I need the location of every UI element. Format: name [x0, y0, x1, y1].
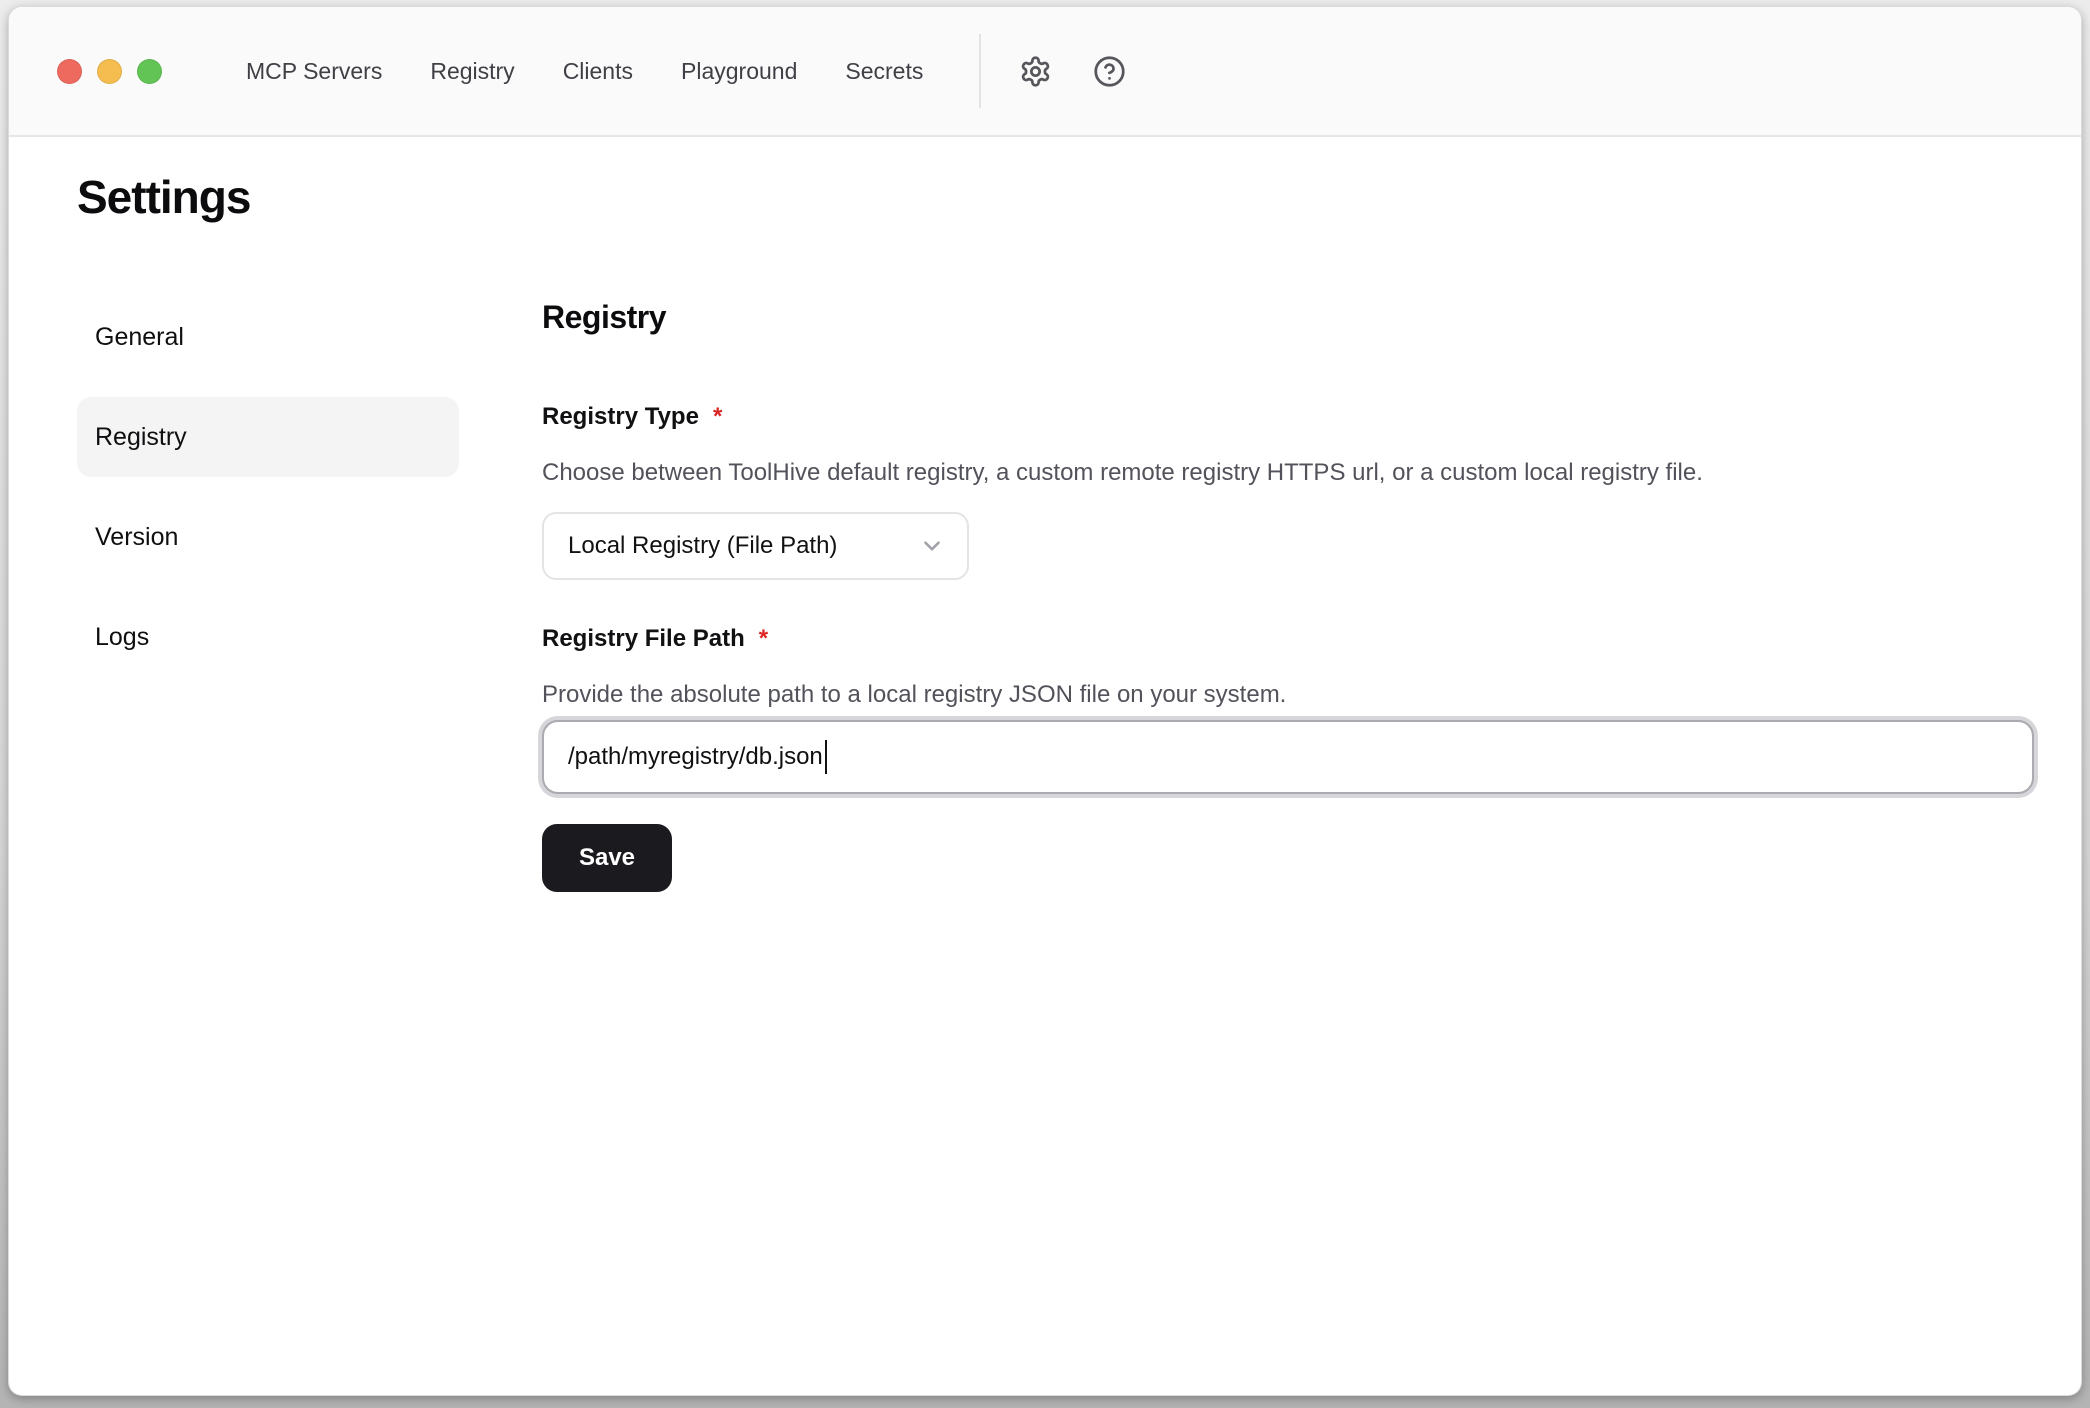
registry-type-selected-value: Local Registry (File Path)	[568, 532, 837, 560]
app-window: MCP Servers Registry Clients Playground …	[8, 6, 2082, 1396]
nav-item-clients[interactable]: Clients	[563, 58, 633, 85]
registry-type-label-text: Registry Type	[542, 403, 699, 430]
nav-item-mcp-servers[interactable]: MCP Servers	[246, 58, 382, 85]
settings-sidebar: General Registry Version Logs	[77, 297, 459, 892]
sidebar-item-version[interactable]: Version	[77, 497, 459, 577]
traffic-lights	[57, 59, 162, 84]
titlebar: MCP Servers Registry Clients Playground …	[9, 7, 2081, 137]
nav-item-registry[interactable]: Registry	[430, 58, 514, 85]
main-nav: MCP Servers Registry Clients Playground …	[246, 58, 923, 85]
settings-button[interactable]	[1015, 51, 1055, 91]
section-title: Registry	[542, 297, 2034, 337]
required-asterisk: *	[713, 403, 722, 430]
settings-page: Settings General Registry Version Logs R…	[9, 137, 2081, 892]
header-divider	[979, 34, 981, 108]
sidebar-item-general[interactable]: General	[77, 297, 459, 377]
sidebar-item-logs[interactable]: Logs	[77, 597, 459, 677]
save-button[interactable]: Save	[542, 824, 672, 892]
registry-type-description: Choose between ToolHive default registry…	[542, 458, 2034, 488]
nav-item-secrets[interactable]: Secrets	[845, 58, 923, 85]
registry-file-path-description: Provide the absolute path to a local reg…	[542, 680, 2034, 710]
text-cursor	[825, 740, 828, 774]
help-button[interactable]	[1089, 51, 1129, 91]
registry-file-path-input[interactable]: /path/myregistry/db.json	[542, 720, 2034, 794]
settings-gear-icon	[1019, 55, 1052, 88]
nav-item-playground[interactable]: Playground	[681, 58, 797, 85]
registry-settings-panel: Registry Registry Type * Choose between T…	[542, 297, 2034, 892]
chevron-down-icon	[919, 533, 945, 559]
registry-file-path-label: Registry File Path *	[542, 624, 2034, 654]
page-title: Settings	[77, 167, 2081, 227]
help-circle-icon	[1093, 55, 1126, 88]
close-button[interactable]	[57, 59, 82, 84]
sidebar-item-registry[interactable]: Registry	[77, 397, 459, 477]
zoom-button[interactable]	[137, 59, 162, 84]
registry-file-path-label-text: Registry File Path	[542, 625, 745, 652]
registry-type-select[interactable]: Local Registry (File Path)	[542, 512, 969, 580]
registry-type-label: Registry Type *	[542, 402, 2034, 432]
minimize-button[interactable]	[97, 59, 122, 84]
required-asterisk: *	[759, 625, 768, 652]
registry-file-path-value: /path/myregistry/db.json	[568, 743, 823, 771]
